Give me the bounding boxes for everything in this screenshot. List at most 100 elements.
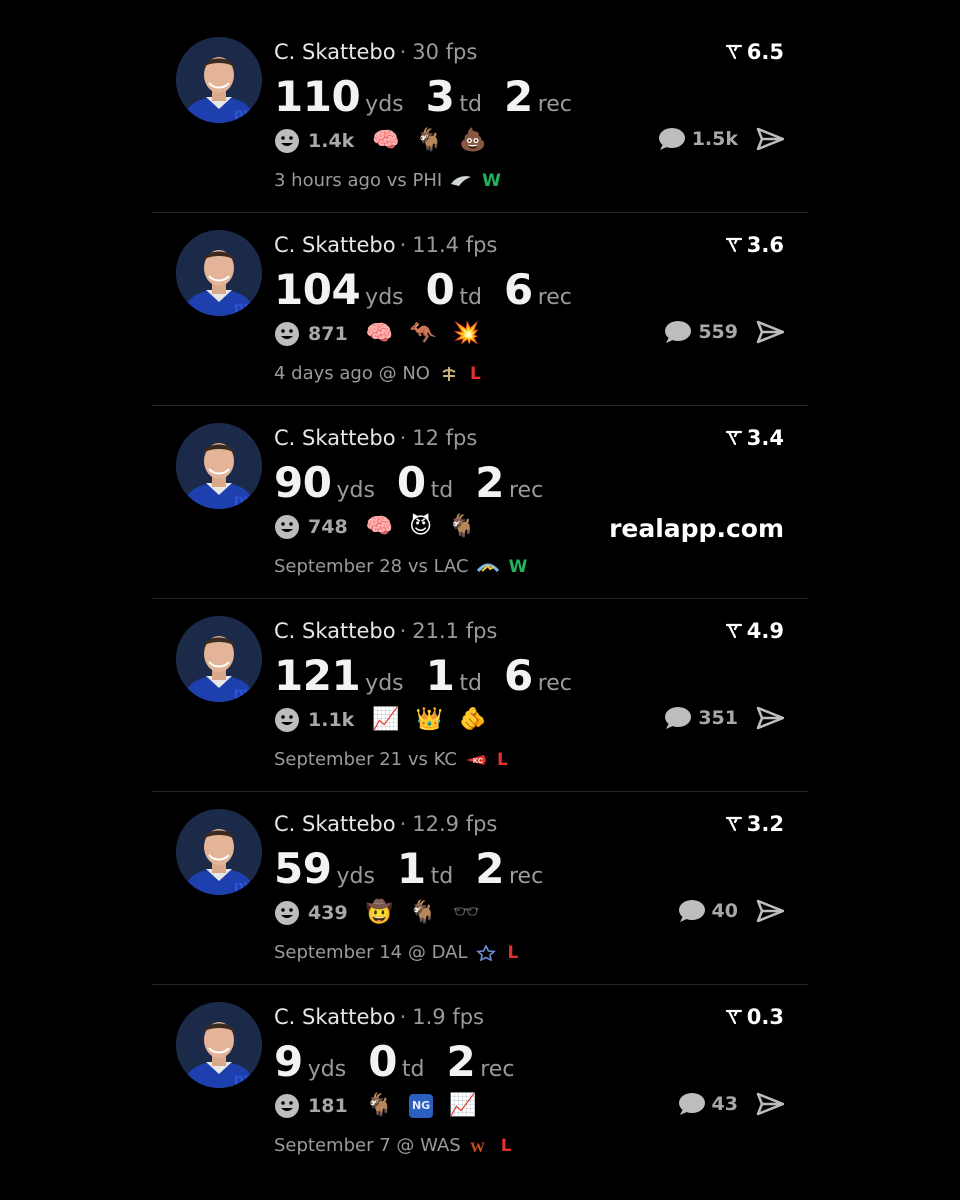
reaction-emoji[interactable]: 🫵 bbox=[459, 707, 486, 733]
reaction-emoji[interactable]: 🧠 bbox=[372, 128, 399, 154]
reaction-emoji[interactable]: 📈 bbox=[449, 1093, 476, 1119]
comment-icon[interactable] bbox=[664, 320, 692, 344]
player-avatar-image: ny bbox=[176, 809, 262, 895]
reaction-emoji[interactable]: 💩 bbox=[459, 128, 486, 154]
player-name[interactable]: C. Skattebo bbox=[274, 812, 396, 836]
game-location: vs PHI bbox=[386, 170, 443, 191]
player-name[interactable]: C. Skattebo bbox=[274, 40, 396, 64]
post-card[interactable]: ny C. Skattebo · 21.1 fps 4.9 121 yds 1 td 6… bbox=[152, 599, 808, 792]
yards-value: 9 bbox=[274, 1037, 303, 1086]
reaction-count: 871 bbox=[308, 323, 348, 345]
reactions-row: 871 🧠 🦘 💥 bbox=[274, 321, 496, 347]
reaction-face-icon[interactable] bbox=[274, 321, 300, 347]
reaction-emoji[interactable]: 🤠 bbox=[366, 900, 393, 926]
yards-unit: yds bbox=[336, 478, 375, 503]
game-result: W bbox=[508, 556, 528, 577]
receptions-value: 2 bbox=[475, 844, 504, 893]
separator-dot: · bbox=[399, 812, 407, 836]
player-name[interactable]: C. Skattebo bbox=[274, 1005, 396, 1029]
yards-value: 59 bbox=[274, 844, 332, 893]
reaction-emoji[interactable]: 🐐 bbox=[366, 1093, 393, 1119]
svg-text:ny: ny bbox=[234, 299, 253, 316]
reaction-emoji[interactable]: 🦘 bbox=[409, 321, 436, 347]
share-send-icon[interactable] bbox=[756, 899, 784, 923]
score-value: 3.6 bbox=[746, 233, 784, 257]
post-card[interactable]: ny C. Skattebo · 1.9 fps 0.3 9 yds 0 td 2 rec… bbox=[152, 985, 808, 1178]
avatar[interactable]: ny bbox=[176, 423, 262, 509]
avatar[interactable]: ny bbox=[176, 230, 262, 316]
reaction-emoji[interactable]: 🧠 bbox=[366, 321, 393, 347]
reaction-emoji[interactable]: 🐐 bbox=[448, 514, 475, 540]
touchdowns-unit: td bbox=[401, 1057, 425, 1082]
reaction-emoji[interactable]: 💥 bbox=[452, 321, 479, 347]
share-send-icon[interactable] bbox=[756, 706, 784, 730]
share-send-icon[interactable] bbox=[756, 1092, 784, 1116]
reaction-face-icon[interactable] bbox=[274, 707, 300, 733]
yards-value: 110 bbox=[274, 72, 361, 121]
post-header: C. Skattebo · 21.1 fps bbox=[274, 619, 497, 643]
score-badge: 4.9 bbox=[725, 619, 784, 643]
comment-icon[interactable] bbox=[664, 706, 692, 730]
score-value: 3.4 bbox=[746, 426, 784, 450]
reaction-emoji[interactable]: 🐐 bbox=[416, 128, 443, 154]
share-send-icon[interactable] bbox=[756, 127, 784, 151]
comment-icon[interactable] bbox=[678, 899, 706, 923]
svg-text:ny: ny bbox=[234, 106, 253, 123]
receptions-unit: rec bbox=[508, 864, 544, 889]
yards-value: 104 bbox=[274, 265, 361, 314]
game-meta: September 28 vs LAC W bbox=[274, 556, 527, 577]
reaction-face-icon[interactable] bbox=[274, 900, 300, 926]
comment-icon[interactable] bbox=[678, 1092, 706, 1116]
reactions-row: 439 🤠 🐐 🕶️ bbox=[274, 900, 496, 926]
fps-value: 21.1 fps bbox=[412, 619, 498, 643]
comment-count: 559 bbox=[698, 321, 738, 343]
reaction-emoji[interactable]: 🕶️ bbox=[452, 900, 479, 926]
svg-text:ny: ny bbox=[234, 685, 253, 702]
reaction-emoji[interactable]: 👑 bbox=[416, 707, 443, 733]
game-meta: September 7 @ WAS W L bbox=[274, 1135, 512, 1156]
post-card[interactable]: ny C. Skattebo · 30 fps 6.5 110 yds 3 td 2 re… bbox=[152, 20, 808, 213]
comment-count: 1.5k bbox=[691, 128, 738, 150]
svg-text:KC: KC bbox=[473, 758, 483, 765]
reaction-face-icon[interactable] bbox=[274, 128, 300, 154]
game-location: @ NO bbox=[378, 363, 430, 384]
yards-unit: yds bbox=[365, 285, 404, 310]
reactions-row: 181 🐐 NG 📈 bbox=[274, 1093, 492, 1119]
post-card[interactable]: ny C. Skattebo · 12.9 fps 3.2 59 yds 1 td 2r… bbox=[152, 792, 808, 985]
stat-line: 110 yds 3 td 2 rec bbox=[274, 72, 594, 121]
reaction-emoji[interactable]: 🐐 bbox=[409, 900, 436, 926]
reaction-emoji[interactable]: 🧠 bbox=[366, 514, 393, 540]
share-send-icon[interactable] bbox=[756, 320, 784, 344]
post-time: 4 days ago bbox=[274, 363, 373, 384]
post-card[interactable]: ny C. Skattebo · 11.4 fps 3.6 104 yds 0 td 6… bbox=[152, 213, 808, 406]
separator-dot: · bbox=[399, 619, 407, 643]
yards-unit: yds bbox=[365, 92, 404, 117]
reaction-face-icon[interactable] bbox=[274, 1093, 300, 1119]
post-header: C. Skattebo · 30 fps bbox=[274, 40, 477, 64]
player-name[interactable]: C. Skattebo bbox=[274, 619, 396, 643]
reactions-row: 748 🧠 😈 🐐 bbox=[274, 514, 491, 540]
svg-text:ny: ny bbox=[234, 492, 253, 509]
game-result: L bbox=[500, 1135, 512, 1156]
avatar[interactable]: ny bbox=[176, 1002, 262, 1088]
score-icon bbox=[725, 816, 742, 832]
post-header: C. Skattebo · 12.9 fps bbox=[274, 812, 497, 836]
score-badge: 3.2 bbox=[725, 812, 784, 836]
reaction-emoji[interactable]: 😈 bbox=[409, 514, 432, 540]
comment-icon[interactable] bbox=[658, 127, 686, 151]
fps-value: 11.4 fps bbox=[412, 233, 498, 257]
svg-text:W: W bbox=[470, 1140, 485, 1154]
saints-logo-icon bbox=[442, 366, 456, 381]
post-card[interactable]: ny C. Skattebo · 12 fps 3.4 90 yds 0 td 2 rec… bbox=[152, 406, 808, 599]
reaction-count: 439 bbox=[308, 902, 348, 924]
touchdowns-value: 0 bbox=[425, 265, 455, 314]
player-name[interactable]: C. Skattebo bbox=[274, 233, 396, 257]
avatar[interactable]: ny bbox=[176, 37, 262, 123]
emoji-ng-badge[interactable]: NG bbox=[409, 1094, 434, 1118]
avatar[interactable]: ny bbox=[176, 809, 262, 895]
player-name[interactable]: C. Skattebo bbox=[274, 426, 396, 450]
reaction-face-icon[interactable] bbox=[274, 514, 300, 540]
avatar[interactable]: ny bbox=[176, 616, 262, 702]
reaction-emoji[interactable]: 📈 bbox=[372, 707, 399, 733]
post-time: September 14 bbox=[274, 942, 403, 963]
